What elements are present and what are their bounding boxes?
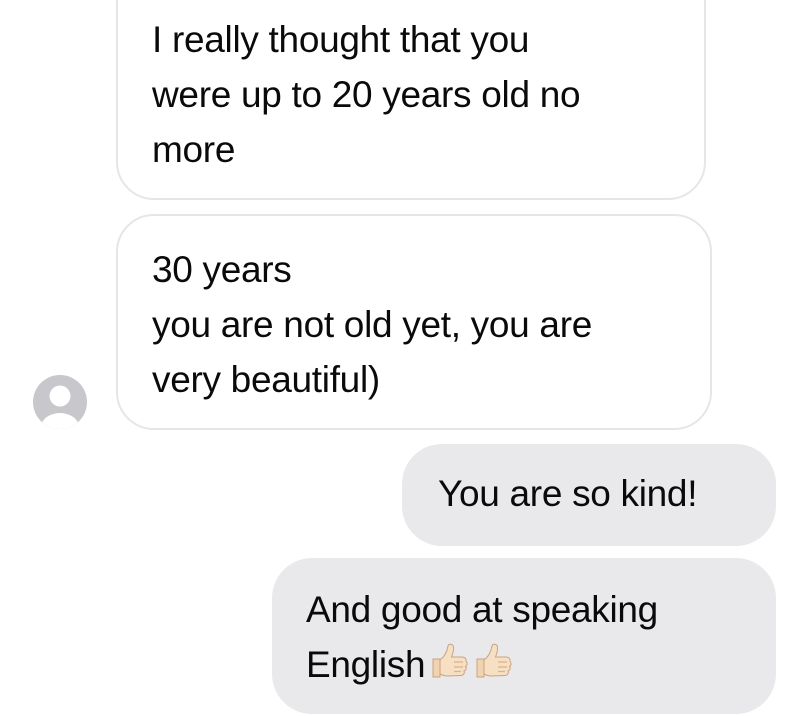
message-line: very beautiful) (152, 359, 380, 400)
thumbs-up-icon (473, 641, 513, 681)
message-line: English (306, 637, 744, 692)
outgoing-message-bubble[interactable]: And good at speaking English (272, 558, 776, 714)
message-line: you are not old yet, you are (152, 304, 592, 345)
incoming-message-bubble[interactable]: 30 years you are not old yet, you are ve… (116, 214, 712, 430)
default-avatar-icon[interactable] (33, 375, 87, 429)
incoming-message-bubble[interactable]: I really thought that you were up to 20 … (116, 0, 706, 200)
message-line: I really thought that you (152, 19, 530, 60)
message-line: And good at speaking (306, 589, 658, 630)
message-text: English (306, 644, 426, 685)
message-line: more (152, 129, 236, 170)
message-line: 30 years (152, 249, 292, 290)
message-line: You are so kind! (438, 473, 698, 514)
thumbs-up-icon (429, 641, 469, 681)
outgoing-message-bubble[interactable]: You are so kind! (402, 444, 776, 546)
message-line: were up to 20 years old no (152, 74, 581, 115)
